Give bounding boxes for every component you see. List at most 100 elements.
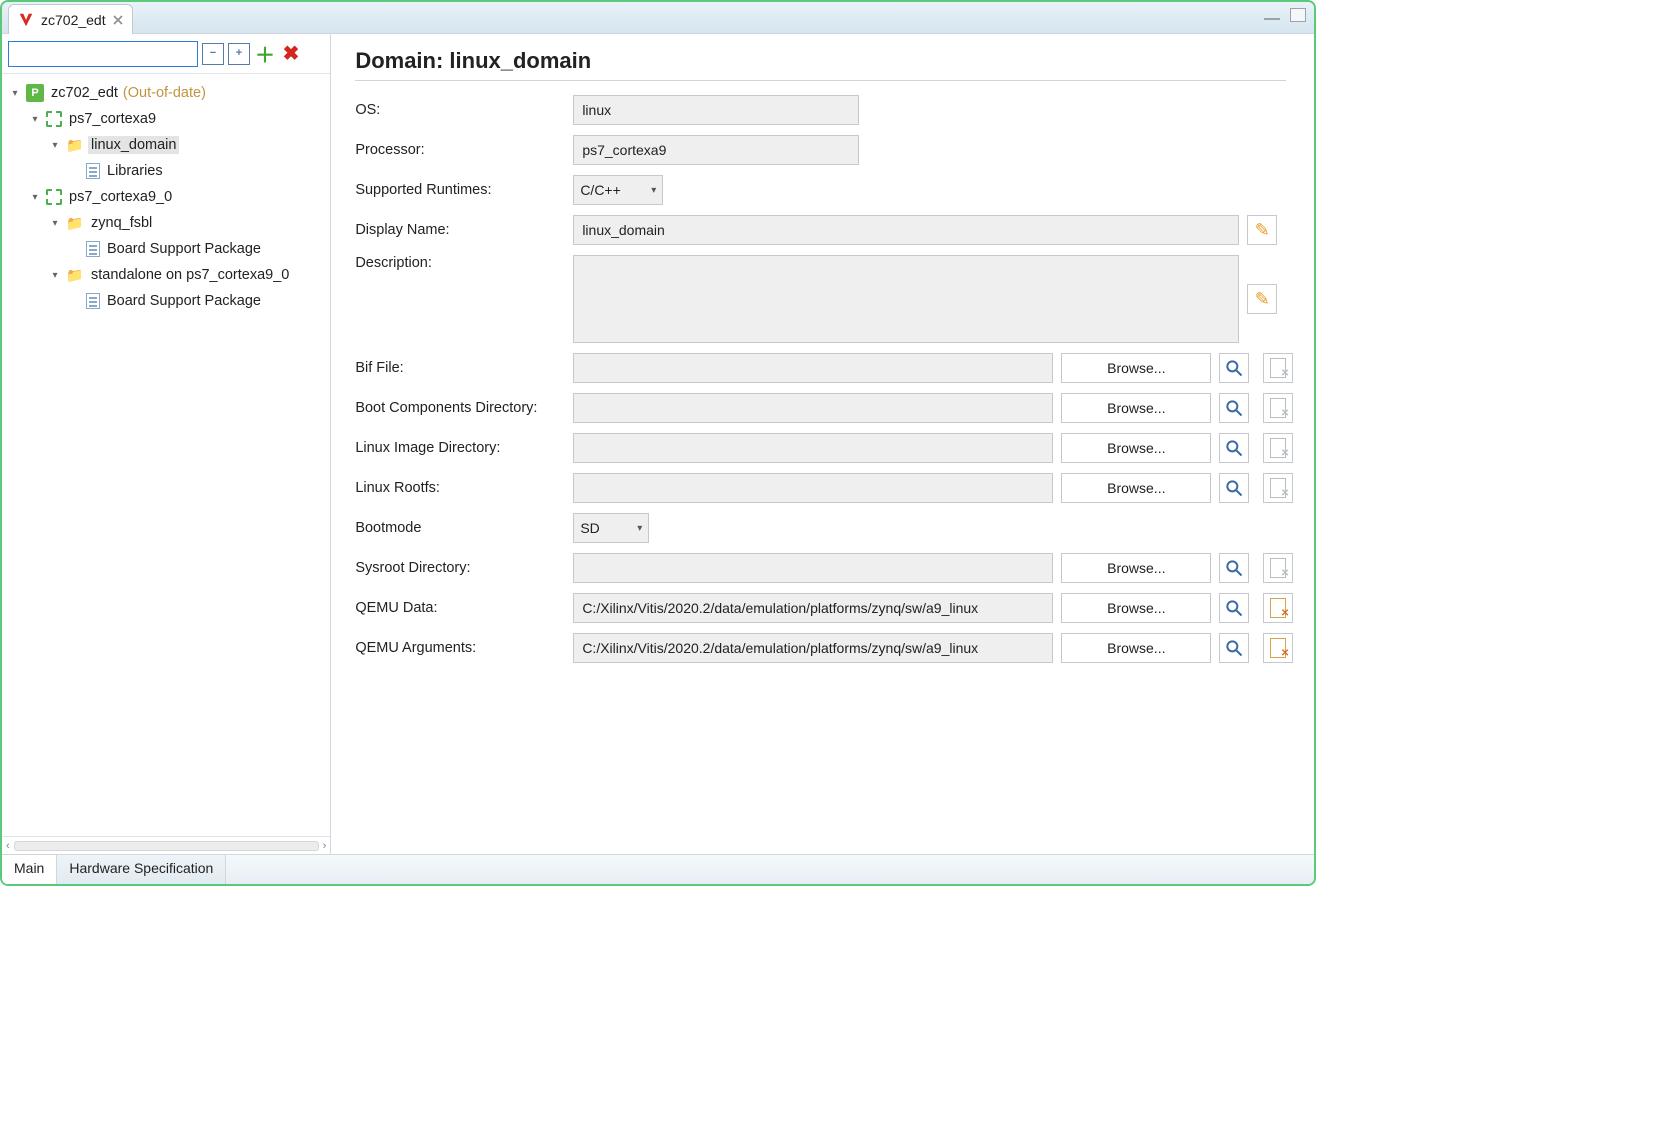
processor-icon (46, 111, 62, 127)
scroll-right-icon[interactable]: › (323, 840, 327, 852)
bif-clear-button[interactable]: ✕ (1263, 353, 1293, 383)
minimize-icon[interactable] (1264, 18, 1280, 20)
page-title: Domain: linux_domain (355, 48, 1286, 74)
sysroot-label: Sysroot Directory: (355, 560, 565, 576)
qemuargs-browse-button[interactable]: Browse... (1061, 633, 1211, 663)
add-icon[interactable]: ＋ (254, 43, 276, 65)
tree-label: Board Support Package (107, 293, 261, 309)
linuximg-field (573, 433, 1053, 463)
twisty-icon[interactable]: ▾ (48, 270, 62, 281)
editor-tab-zc702_edt[interactable]: zc702_edt (8, 4, 133, 34)
sysroot-view-button[interactable] (1219, 553, 1249, 583)
maximize-icon[interactable] (1290, 8, 1306, 22)
project-tree[interactable]: ▾ P zc702_edt (Out-of-date) ▾ ps7_cortex… (2, 74, 330, 836)
scroll-track[interactable] (14, 841, 319, 851)
sidebar-toolbar: − + ＋ ✖ (2, 34, 330, 74)
rootfs-field (573, 473, 1053, 503)
os-label: OS: (355, 102, 565, 118)
os-field: linux (573, 95, 859, 125)
qemudata-field: C:/Xilinx/Vitis/2020.2/data/emulation/pl… (573, 593, 1053, 623)
rootfs-label: Linux Rootfs: (355, 480, 565, 496)
bootcomp-view-button[interactable] (1219, 393, 1249, 423)
window-controls (1264, 8, 1306, 22)
editor-tab-title: zc702_edt (41, 12, 106, 28)
tree-row-cortexa9-0[interactable]: ▾ ps7_cortexa9_0 (6, 184, 330, 210)
tree-label: ps7_cortexa9_0 (69, 189, 172, 205)
twisty-icon[interactable]: ▾ (48, 218, 62, 229)
tree-status: (Out-of-date) (123, 85, 206, 101)
qemudata-browse-button[interactable]: Browse... (1061, 593, 1211, 623)
linuximg-clear-button[interactable]: ✕ (1263, 433, 1293, 463)
linuximg-label: Linux Image Directory: (355, 440, 565, 456)
rootfs-clear-button[interactable]: ✕ (1263, 473, 1293, 503)
sysroot-browse-button[interactable]: Browse... (1061, 553, 1211, 583)
folder-icon: 📁 (66, 214, 84, 232)
vitis-logo-icon (17, 11, 35, 29)
sidebar-horizontal-scrollbar[interactable]: ‹ › (2, 836, 330, 854)
bottom-tab-bar: Main Hardware Specification (2, 854, 1314, 884)
project-icon: P (26, 84, 44, 102)
qemudata-label: QEMU Data: (355, 600, 565, 616)
bif-browse-button[interactable]: Browse... (1061, 353, 1211, 383)
qemuargs-label: QEMU Arguments: (355, 640, 565, 656)
tree-row-standalone[interactable]: ▾ 📁 standalone on ps7_cortexa9_0 (6, 262, 330, 288)
tree-row-linux-domain[interactable]: ▾ 📁 linux_domain (6, 132, 330, 158)
runtimes-value: C/C++ (580, 182, 620, 198)
twisty-icon[interactable]: ▾ (48, 140, 62, 151)
bootmode-label: Bootmode (355, 520, 565, 536)
twisty-icon[interactable]: ▾ (8, 88, 22, 99)
tree-label: Libraries (107, 163, 163, 179)
tree-row-bsp1[interactable]: Board Support Package (6, 236, 330, 262)
processor-field: ps7_cortexa9 (573, 135, 859, 165)
tree-label: zc702_edt (51, 85, 118, 101)
domain-editor-content: Domain: linux_domain OS: linux Processor… (331, 34, 1314, 854)
twisty-icon[interactable]: ▾ (28, 192, 42, 203)
linuximg-view-button[interactable] (1219, 433, 1249, 463)
editor-tab-bar: zc702_edt (2, 2, 1314, 34)
chevron-down-icon: ▾ (637, 523, 642, 534)
qemudata-clear-button[interactable]: ✕ (1263, 593, 1293, 623)
tree-label: zynq_fsbl (91, 215, 152, 231)
filter-input[interactable] (8, 41, 198, 67)
runtimes-label: Supported Runtimes: (355, 182, 565, 198)
collapse-all-icon[interactable]: − (202, 43, 224, 65)
tree-row-libraries[interactable]: Libraries (6, 158, 330, 184)
tree-row-cortexa9[interactable]: ▾ ps7_cortexa9 (6, 106, 330, 132)
tree-label: ps7_cortexa9 (69, 111, 156, 127)
expand-all-icon[interactable]: + (228, 43, 250, 65)
tab-hardware-specification[interactable]: Hardware Specification (57, 855, 226, 884)
document-icon (86, 163, 100, 179)
processor-label: Processor: (355, 142, 565, 158)
sysroot-field (573, 553, 1053, 583)
qemuargs-view-button[interactable] (1219, 633, 1249, 663)
tree-row-zynq-fsbl[interactable]: ▾ 📁 zynq_fsbl (6, 210, 330, 236)
folder-icon: 📁 (66, 266, 84, 284)
linuximg-browse-button[interactable]: Browse... (1061, 433, 1211, 463)
chevron-down-icon: ▾ (651, 185, 656, 196)
tree-label: Board Support Package (107, 241, 261, 257)
bootmode-select[interactable]: SD ▾ (573, 513, 649, 543)
pencil-icon: ✎ (1255, 289, 1270, 310)
close-tab-icon[interactable] (112, 14, 124, 26)
bif-view-button[interactable] (1219, 353, 1249, 383)
processor-icon (46, 189, 62, 205)
bif-field (573, 353, 1053, 383)
display-name-label: Display Name: (355, 222, 565, 238)
rootfs-browse-button[interactable]: Browse... (1061, 473, 1211, 503)
edit-display-name-button[interactable]: ✎ (1247, 215, 1277, 245)
scroll-left-icon[interactable]: ‹ (6, 840, 10, 852)
sysroot-clear-button[interactable]: ✕ (1263, 553, 1293, 583)
qemuargs-clear-button[interactable]: ✕ (1263, 633, 1293, 663)
rootfs-view-button[interactable] (1219, 473, 1249, 503)
runtimes-select[interactable]: C/C++ ▾ (573, 175, 663, 205)
edit-description-button[interactable]: ✎ (1247, 284, 1277, 314)
bootcomp-clear-button[interactable]: ✕ (1263, 393, 1293, 423)
tree-row-root[interactable]: ▾ P zc702_edt (Out-of-date) (6, 80, 330, 106)
tab-main[interactable]: Main (2, 855, 57, 884)
tree-row-bsp2[interactable]: Board Support Package (6, 288, 330, 314)
description-field (573, 255, 1239, 343)
twisty-icon[interactable]: ▾ (28, 114, 42, 125)
bootcomp-browse-button[interactable]: Browse... (1061, 393, 1211, 423)
delete-icon[interactable]: ✖ (280, 43, 302, 65)
qemudata-view-button[interactable] (1219, 593, 1249, 623)
